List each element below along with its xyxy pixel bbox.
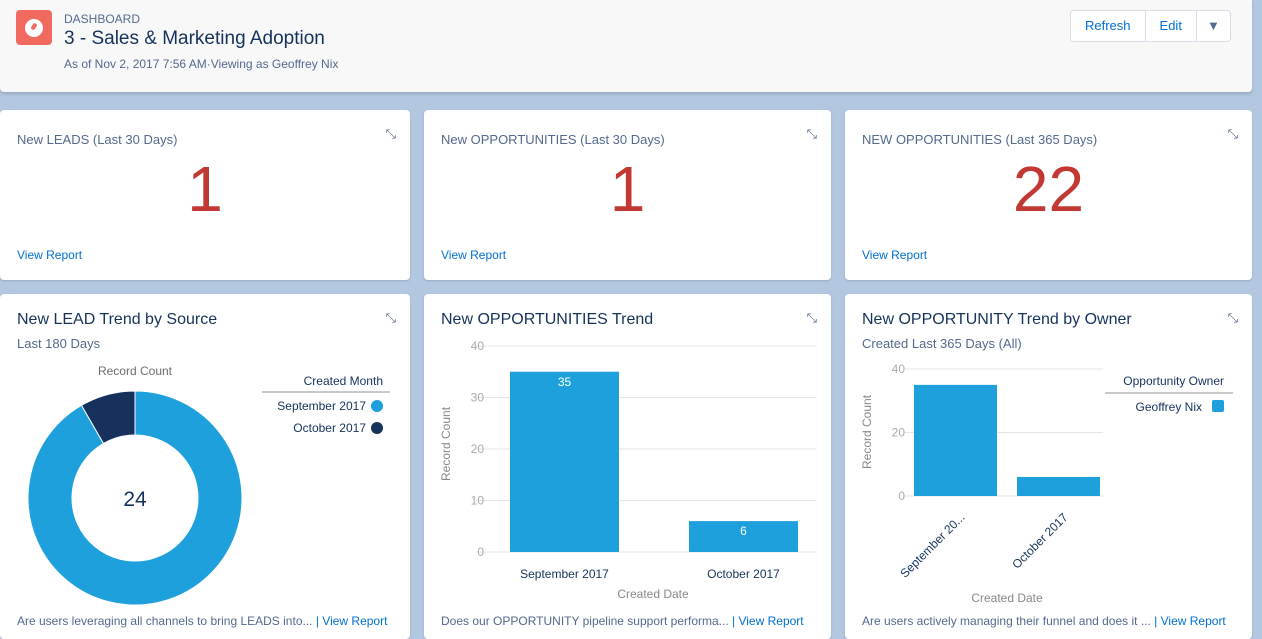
bar-data-label: 35	[558, 375, 572, 389]
legend-label: Geoffrey Nix	[1136, 400, 1202, 414]
x-tick-label: September 20...	[897, 510, 967, 580]
chart-card-opps-trend: 0 10 20 30 40 35 September 2017 6 October 2017 Cr…	[424, 294, 831, 639]
legend-label: October 2017	[293, 421, 366, 435]
metric-value: 22	[1012, 153, 1085, 225]
more-actions-dropdown[interactable]: ▼	[1197, 11, 1230, 41]
card-title: New LEADS (Last 30 Days)	[17, 132, 178, 147]
y-tick-label: 0	[477, 545, 484, 559]
legend-title: Opportunity Owner	[1123, 374, 1224, 388]
dashboard-icon	[16, 10, 52, 45]
x-tick-label: October 2017	[1009, 510, 1071, 572]
value-axis-label: Record Count	[98, 364, 173, 378]
card-subtitle: Created Last 365 Days (All)	[862, 336, 1022, 351]
card-title: New OPPORTUNITY Trend by Owner	[862, 311, 1132, 328]
view-report-link[interactable]: View Report	[441, 248, 506, 262]
bar	[1017, 476, 1100, 496]
header-button-group: Refresh Edit ▼	[1070, 10, 1231, 42]
y-axis-title: Record Count	[439, 406, 453, 481]
view-report-link[interactable]: View Report	[862, 248, 927, 262]
legend-label: September 2017	[277, 399, 366, 413]
header-subtitle: As of Nov 2, 2017 7:56 AM·Viewing as Geo…	[64, 57, 339, 71]
metric-card-leads-30: New LEADS (Last 30 Days) ⤡ 1 View Report	[0, 110, 410, 280]
page-title: 3 - Sales & Marketing Adoption	[64, 28, 325, 49]
legend-swatch	[1212, 400, 1224, 412]
card-subtitle: Last 180 Days	[17, 336, 101, 351]
x-axis-title: Created Date	[971, 591, 1043, 605]
expand-icon[interactable]: ⤡	[386, 310, 396, 326]
y-tick-label: 40	[471, 339, 485, 353]
footer-text: Are users actively managing their funnel…	[862, 614, 1151, 628]
metric-value: 1	[187, 153, 223, 225]
expand-icon[interactable]: ⤡	[807, 310, 817, 326]
y-tick-label: 20	[471, 442, 485, 456]
expand-icon[interactable]: ⤡	[807, 126, 817, 142]
y-axis-title: Record Count	[860, 394, 874, 469]
chart-card-opps-owner: 0 20 40 September 20... October 2017 Created …	[845, 294, 1252, 639]
bar	[510, 371, 619, 552]
card-title: New LEAD Trend by Source	[17, 311, 218, 328]
card-title: NEW OPPORTUNITIES (Last 365 Days)	[862, 132, 1098, 147]
footer-text: Are users leveraging all channels to bri…	[17, 614, 313, 628]
legend-swatch	[371, 422, 383, 434]
card-footer: Are users leveraging all channels to bri…	[17, 614, 387, 637]
refresh-button[interactable]: Refresh	[1071, 11, 1146, 41]
view-report-link[interactable]: | View Report	[732, 614, 804, 628]
expand-icon[interactable]: ⤡	[1228, 310, 1238, 326]
x-axis-title: Created Date	[617, 587, 689, 601]
card-footer: Are users actively managing their funnel…	[862, 614, 1226, 637]
chart-card-lead-source: Record Count September 2017 October 2017 24…	[0, 294, 410, 639]
bar-chart: 0 10 20 30 40 35 September 2017 6 October 2017 Cr…	[439, 339, 816, 601]
expand-icon[interactable]: ⤡	[1228, 126, 1238, 142]
card-footer: Does our OPPORTUNITY pipeline support pe…	[441, 614, 804, 637]
view-report-link[interactable]: View Report	[17, 248, 82, 262]
y-tick-label: 0	[898, 489, 905, 503]
legend-title: Created Month	[304, 374, 383, 388]
donut-total: 24	[123, 488, 147, 511]
card-title: New OPPORTUNITIES (Last 30 Days)	[441, 132, 665, 147]
x-tick-label: October 2017	[707, 567, 780, 581]
header-kicker: DASHBOARD	[64, 12, 141, 26]
footer-text: Does our OPPORTUNITY pipeline support pe…	[441, 614, 729, 628]
metric-card-opps-365: NEW OPPORTUNITIES (Last 365 Days) ⤡ 22 V…	[845, 110, 1252, 280]
expand-icon[interactable]: ⤡	[386, 126, 396, 142]
metric-value: 1	[609, 153, 646, 225]
edit-button[interactable]: Edit	[1146, 11, 1197, 41]
y-tick-label: 10	[471, 494, 485, 508]
y-tick-label: 30	[471, 391, 485, 405]
y-tick-label: 20	[892, 426, 906, 440]
card-title: New OPPORTUNITIES Trend	[441, 311, 654, 328]
y-tick-label: 40	[892, 362, 906, 376]
bar	[914, 384, 997, 496]
dashboard-header: DASHBOARD 3 - Sales & Marketing Adoption…	[0, 0, 1252, 92]
view-report-link[interactable]: | View Report	[1154, 614, 1226, 628]
metric-card-opps-30: New OPPORTUNITIES (Last 30 Days) ⤡ 1 Vie…	[424, 110, 831, 280]
view-report-link[interactable]: | View Report	[316, 614, 388, 628]
bar-data-label: 6	[740, 524, 747, 538]
legend-swatch	[371, 400, 383, 412]
x-tick-label: September 2017	[520, 567, 609, 581]
